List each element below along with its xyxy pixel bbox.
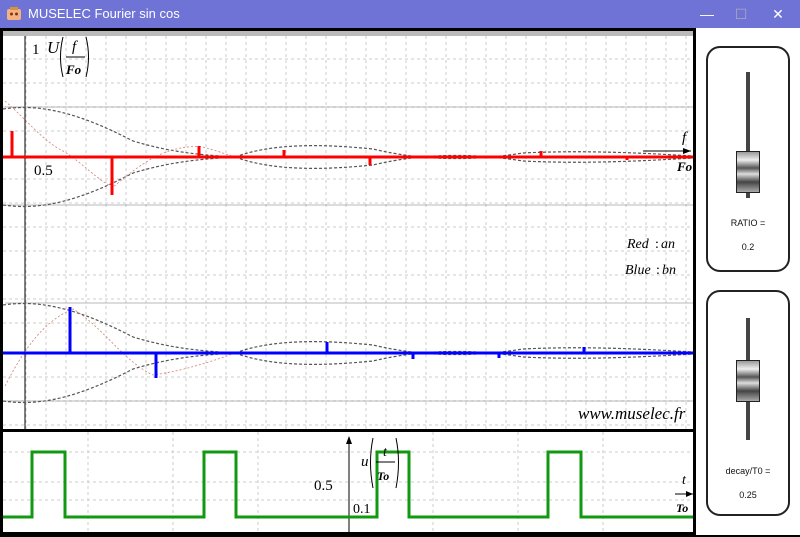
decay-slider-box: decay/T0 = 0.25 (706, 290, 790, 516)
window-title: MUSELEC Fourier sin cos (28, 6, 180, 21)
decay-slider-thumb[interactable] (736, 360, 760, 402)
spectrum-grid (3, 36, 693, 429)
blue-sinc-curve (4, 308, 236, 387)
spectrum-y-tick-top: 1 (32, 42, 40, 58)
decay-value: 0.25 (739, 490, 757, 500)
svg-text::: : (655, 237, 659, 252)
app-window: MUSELEC Fourier sin cos — ☐ ✕ 1 U f Fo 0… (0, 0, 800, 535)
decay-label: decay/T0 = (725, 466, 771, 476)
spectrum-y-label: U (47, 38, 61, 57)
spectrum-y-tick-half: 0.5 (34, 163, 53, 179)
svg-text::: : (656, 263, 660, 278)
spectrum-plot-svg: 1 U f Fo 0.5 f Fo Red: an Blue: bn www… (2, 31, 694, 429)
time-y-tick-half: 0.5 (314, 478, 333, 494)
legend-blue-name: Blue (625, 263, 651, 278)
ratio-slider-box: RATIO = 0.2 (706, 46, 790, 272)
minimize-button[interactable]: — (692, 4, 722, 24)
legend-blue-coef: bn (662, 263, 676, 278)
time-y-label: u (361, 454, 369, 470)
spectrum-plot: 1 U f Fo 0.5 f Fo Red: an Blue: bn www… (2, 31, 694, 429)
time-x-label-den: To (676, 501, 688, 515)
time-plot-svg: u t To 0.5 0.1 t To (3, 432, 693, 532)
spectrum-x-label-num: f (682, 130, 688, 146)
title-bar[interactable]: MUSELEC Fourier sin cos — ☐ ✕ (0, 0, 800, 28)
maximize-button[interactable]: ☐ (726, 4, 756, 24)
square-wave-signal (3, 450, 693, 519)
legend-red-name: Red (626, 237, 650, 252)
spectrum-x-label-den: Fo (676, 159, 693, 174)
ratio-label: RATIO = (730, 218, 766, 228)
spectrum-y-label-num: f (72, 39, 78, 55)
legend-red-coef: an (661, 237, 675, 252)
close-button[interactable]: ✕ (763, 4, 793, 24)
time-y-label-den: To (377, 469, 389, 483)
website-label[interactable]: www.muselec.fr (578, 404, 686, 423)
time-x-label-num: t (682, 473, 687, 488)
time-y-tick-small: 0.1 (353, 502, 371, 517)
ratio-value: 0.2 (741, 242, 755, 252)
time-plot: u t To 0.5 0.1 t To (3, 432, 693, 532)
control-panel: RATIO = 0.2 decay/T0 = 0.25 (696, 28, 800, 535)
app-icon (7, 7, 21, 20)
spectrum-y-label-den: Fo (65, 62, 82, 77)
ratio-slider-thumb[interactable] (736, 151, 760, 193)
